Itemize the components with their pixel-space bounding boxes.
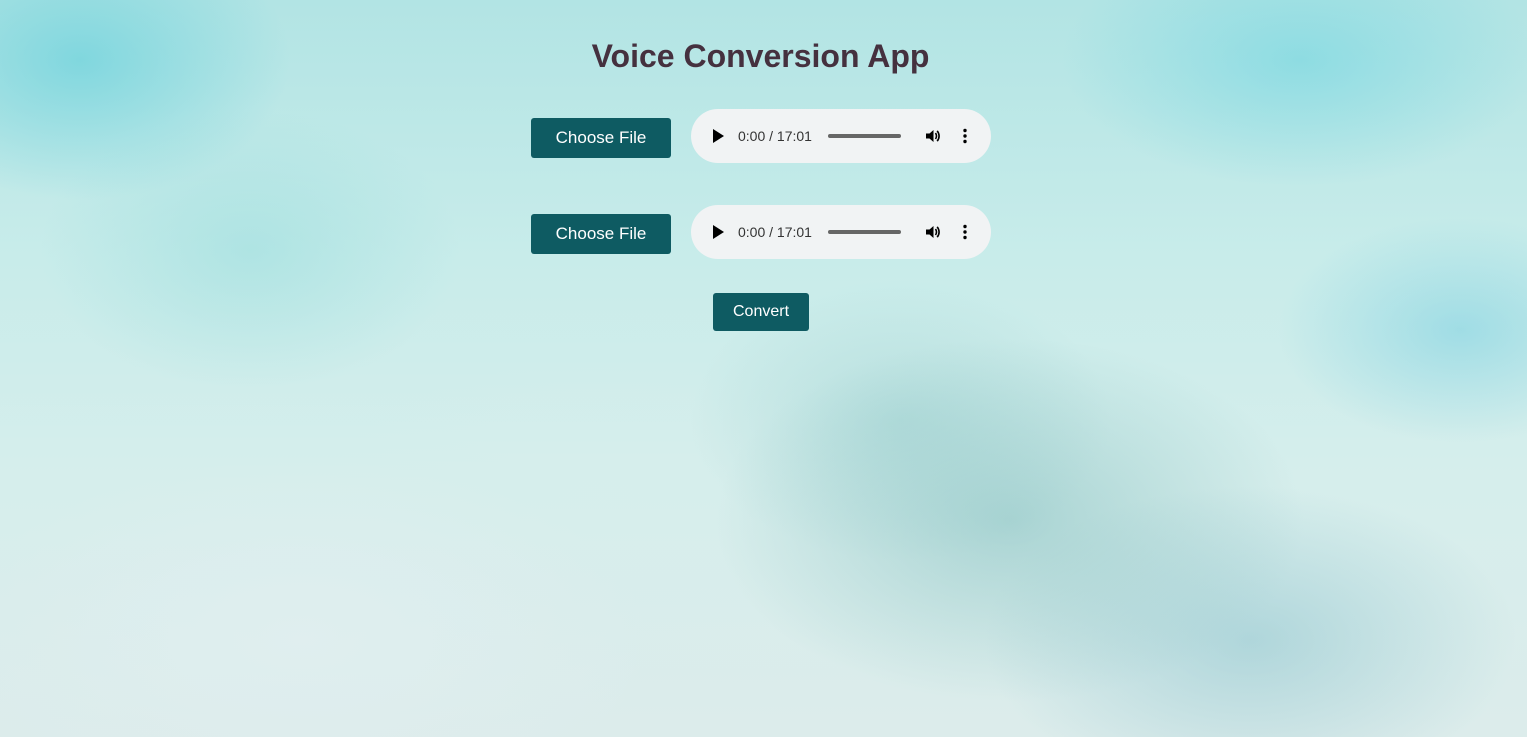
volume-icon[interactable] (924, 127, 942, 145)
choose-file-button-1[interactable]: Choose File (531, 118, 671, 158)
app-container: Voice Conversion App Choose File 0:00 / … (0, 0, 1527, 737)
seek-slider-2[interactable] (828, 230, 901, 234)
more-options-icon[interactable] (956, 127, 974, 145)
page-title: Voice Conversion App (591, 38, 930, 74)
play-icon[interactable] (709, 127, 727, 145)
convert-button[interactable]: Convert (713, 293, 809, 331)
audio-time-2: 0:00 / 17:01 (738, 224, 812, 240)
volume-icon[interactable] (924, 223, 942, 241)
more-options-icon[interactable] (956, 223, 974, 241)
play-icon[interactable] (709, 223, 727, 241)
audio-time-1: 0:00 / 17:01 (738, 128, 812, 144)
audio-player-2[interactable]: 0:00 / 17:01 (691, 205, 991, 259)
seek-slider-1[interactable] (828, 134, 901, 138)
audio-player-1[interactable]: 0:00 / 17:01 (691, 109, 991, 163)
choose-file-button-2[interactable]: Choose File (531, 214, 671, 254)
